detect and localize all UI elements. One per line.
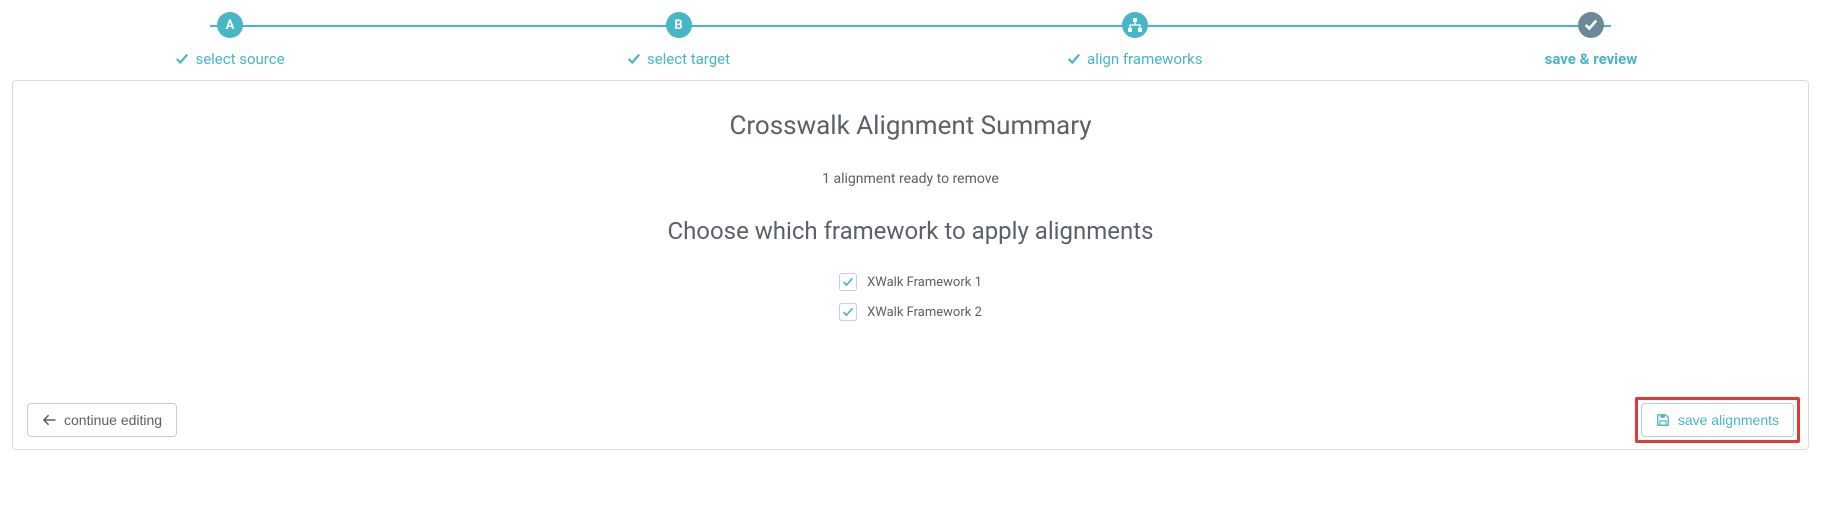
save-icon (1656, 413, 1670, 427)
framework-item[interactable]: XWalk Framework 1 (839, 273, 982, 291)
step-label-row: select source (175, 50, 284, 68)
summary-panel: Crosswalk Alignment Summary 1 alignment … (12, 80, 1809, 450)
step-label: align frameworks (1087, 50, 1202, 68)
wizard-stepper: A select source B select target align fr… (0, 0, 1821, 68)
framework-label: XWalk Framework 1 (867, 275, 982, 290)
framework-item[interactable]: XWalk Framework 2 (839, 303, 982, 321)
save-alignments-button[interactable]: save alignments (1641, 403, 1794, 437)
arrow-left-icon (42, 414, 56, 426)
check-icon (842, 276, 854, 288)
step-select-target[interactable]: B select target (619, 12, 739, 68)
step-save-review[interactable]: save & review (1531, 12, 1651, 68)
step-label-row: align frameworks (1067, 50, 1202, 68)
step-badge-b: B (666, 12, 692, 38)
step-label: select target (647, 50, 730, 68)
panel-title: Crosswalk Alignment Summary (13, 111, 1808, 141)
check-icon (1067, 52, 1081, 66)
step-label-row: save & review (1545, 50, 1638, 68)
choose-heading: Choose which framework to apply alignmen… (13, 217, 1808, 245)
step-badge-a: A (217, 12, 243, 38)
check-icon (175, 52, 189, 66)
check-icon (842, 306, 854, 318)
check-icon (627, 52, 641, 66)
framework-label: XWalk Framework 2 (867, 305, 982, 320)
step-align-frameworks[interactable]: align frameworks (1067, 12, 1202, 68)
step-badge-sitemap (1122, 12, 1148, 38)
alignment-status: 1 alignment ready to remove (13, 171, 1808, 187)
checkbox[interactable] (839, 303, 857, 321)
step-label-row: select target (627, 50, 730, 68)
step-select-source[interactable]: A select source (170, 12, 290, 68)
continue-editing-button[interactable]: continue editing (27, 403, 177, 437)
stepper-line (210, 25, 1611, 27)
highlight-box: save alignments (1635, 397, 1800, 443)
step-badge-check (1578, 12, 1604, 38)
save-alignments-label: save alignments (1678, 412, 1779, 428)
step-label: select source (195, 50, 284, 68)
checkbox[interactable] (839, 273, 857, 291)
step-label: save & review (1545, 50, 1638, 68)
check-icon (1584, 18, 1598, 32)
continue-editing-label: continue editing (64, 412, 162, 428)
framework-list: XWalk Framework 1 XWalk Framework 2 (839, 273, 982, 321)
sitemap-icon (1127, 17, 1143, 33)
